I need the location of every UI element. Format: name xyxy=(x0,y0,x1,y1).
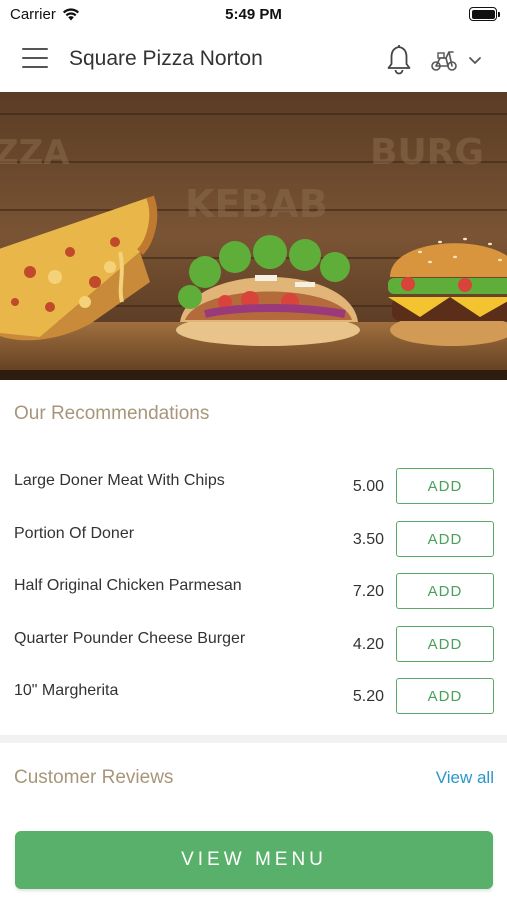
add-button[interactable]: ADD xyxy=(396,521,494,557)
scooter-icon xyxy=(431,51,457,71)
wall-text-burger: BURG xyxy=(370,132,484,173)
hero-banner-image: ZZA KEBAB BURG xyxy=(0,92,507,380)
wall-text-kebab: KEBAB xyxy=(185,182,328,226)
item-price: 5.20 xyxy=(352,688,384,705)
item-name: Quarter Pounder Cheese Burger xyxy=(14,630,246,647)
list-item: Half Original Chicken Parmesan 7.20 ADD xyxy=(0,573,507,625)
add-button[interactable]: ADD xyxy=(396,626,494,662)
list-item: Large Doner Meat With Chips 5.00 ADD xyxy=(0,468,507,520)
reviews-title: Customer Reviews xyxy=(14,767,174,788)
delivery-selector[interactable] xyxy=(430,46,492,74)
battery-icon xyxy=(469,7,500,21)
item-name: 10" Margherita xyxy=(14,682,119,699)
page-title: Square Pizza Norton xyxy=(69,47,263,70)
status-bar: Carrier 5:49 PM xyxy=(0,0,507,30)
item-name: Large Doner Meat With Chips xyxy=(14,472,225,489)
burger-image xyxy=(388,237,507,346)
item-name: Half Original Chicken Parmesan xyxy=(14,577,242,594)
list-item: 10" Margherita 5.20 ADD xyxy=(0,678,507,730)
hamburger-menu-icon[interactable] xyxy=(22,48,48,72)
list-item: Portion Of Doner 3.50 ADD xyxy=(0,521,507,573)
bell-icon[interactable] xyxy=(384,42,414,76)
list-item: Quarter Pounder Cheese Burger 4.20 ADD xyxy=(0,626,507,678)
recommendations-title: Our Recommendations xyxy=(14,403,210,424)
add-button[interactable]: ADD xyxy=(396,468,494,504)
chevron-down-icon xyxy=(469,57,481,64)
view-all-link[interactable]: View all xyxy=(436,768,494,788)
add-button[interactable]: ADD xyxy=(396,678,494,714)
item-price: 5.00 xyxy=(352,478,384,495)
section-divider xyxy=(0,735,507,743)
item-price: 7.20 xyxy=(352,583,384,600)
item-name: Portion Of Doner xyxy=(14,525,135,542)
item-price: 3.50 xyxy=(352,531,384,548)
view-menu-button[interactable]: VIEW MENU xyxy=(15,831,493,889)
wall-text-pizza: ZZA xyxy=(0,133,70,173)
add-button[interactable]: ADD xyxy=(396,573,494,609)
item-price: 4.20 xyxy=(352,636,384,653)
status-time: 5:49 PM xyxy=(225,6,282,23)
app-header: Square Pizza Norton xyxy=(0,30,507,92)
